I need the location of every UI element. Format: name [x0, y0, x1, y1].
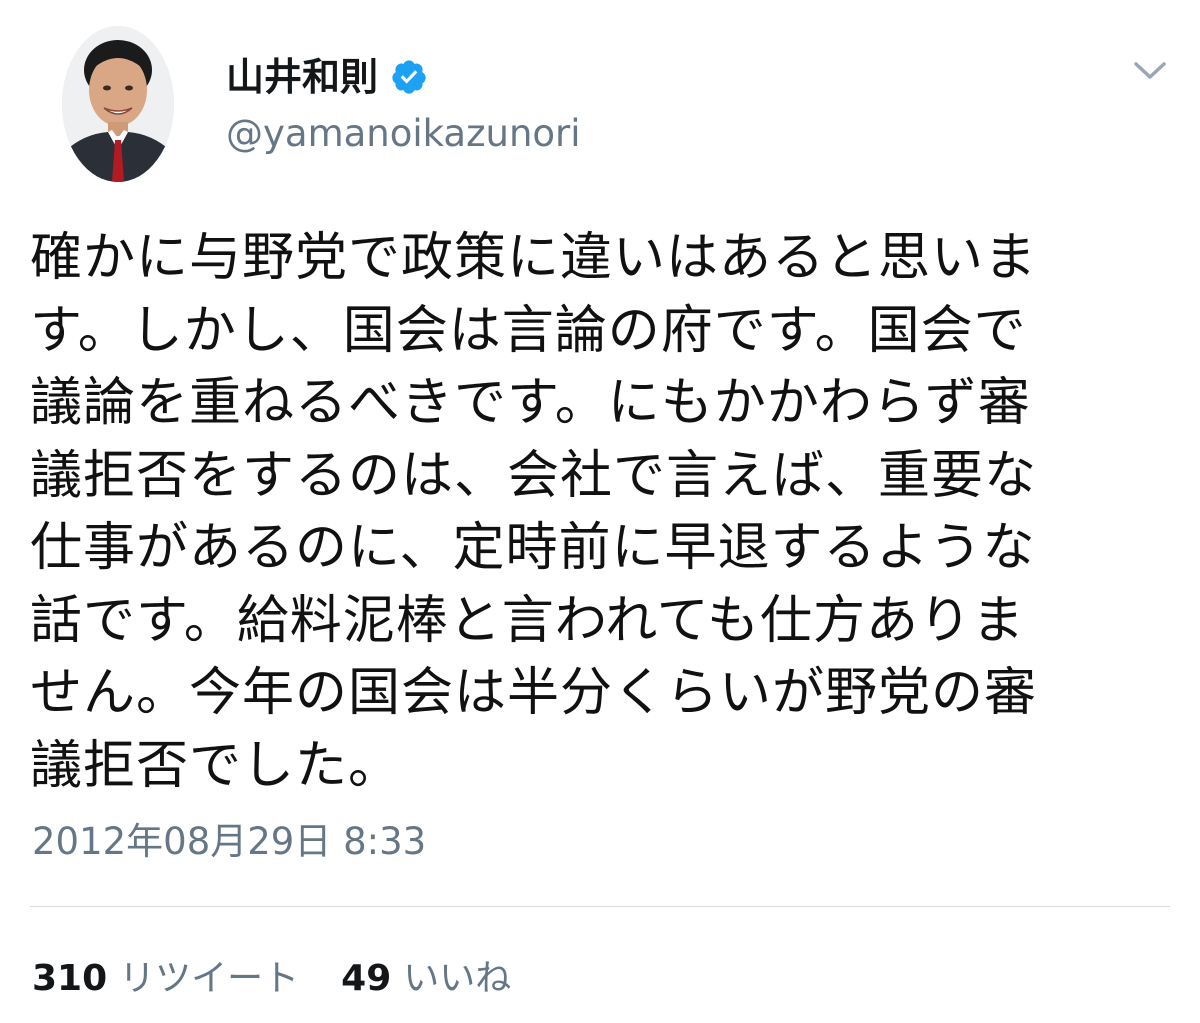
likes-count: 49: [341, 958, 392, 999]
likes-label: いいね: [403, 958, 512, 999]
display-name[interactable]: 山井和則: [226, 58, 378, 96]
name-row: 山井和則: [226, 52, 428, 102]
retweets-count: 310: [32, 958, 108, 999]
likes-stat[interactable]: 49 いいね: [341, 949, 511, 1001]
divider: [30, 906, 1170, 907]
tweet-text-line: 議論を重ねるべきです。にもかかわらず審: [30, 373, 1031, 433]
user-handle[interactable]: @yamanoikazunori: [226, 112, 581, 156]
tweet-text-line: 議拒否をするのは、会社で言えば、重要な: [30, 445, 1038, 506]
tweet-text-line: 議拒否でした。: [30, 735, 402, 796]
retweets-label: リツイート: [119, 958, 300, 999]
verified-badge-icon: [390, 58, 428, 96]
tweet-text-line: 話です。給料泥棒と言われても仕方ありま: [30, 590, 1026, 651]
retweets-stat[interactable]: 310 リツイート: [32, 949, 299, 1001]
engagement-stats: 310 リツイート 49 いいね: [32, 950, 553, 1000]
tweet-timestamp[interactable]: 2012年08月29日 8:33: [32, 820, 426, 864]
avatar[interactable]: [62, 26, 174, 182]
tweet-card: 山井和則 @yamanoikazunori 確かに与野党で政策に違いはあると思い…: [0, 0, 1200, 1023]
chevron-down-icon[interactable]: [1128, 54, 1172, 86]
tweet-text-line: 確かに与野党で政策に違いはあると思いま: [30, 228, 1038, 288]
tweet-text-line: 仕事があるのに、定時前に早退するような: [30, 518, 1036, 578]
tweet-text-line: せん。今年の国会は半分くらいが野党の審: [30, 663, 1038, 723]
tweet-text-line: す。しかし、国会は言論の府です。国会で: [30, 300, 1027, 361]
tweet-text: 確かに与野党で政策に違いはあると思いま す。しかし、国会は言論の府です。国会で …: [30, 222, 1140, 802]
